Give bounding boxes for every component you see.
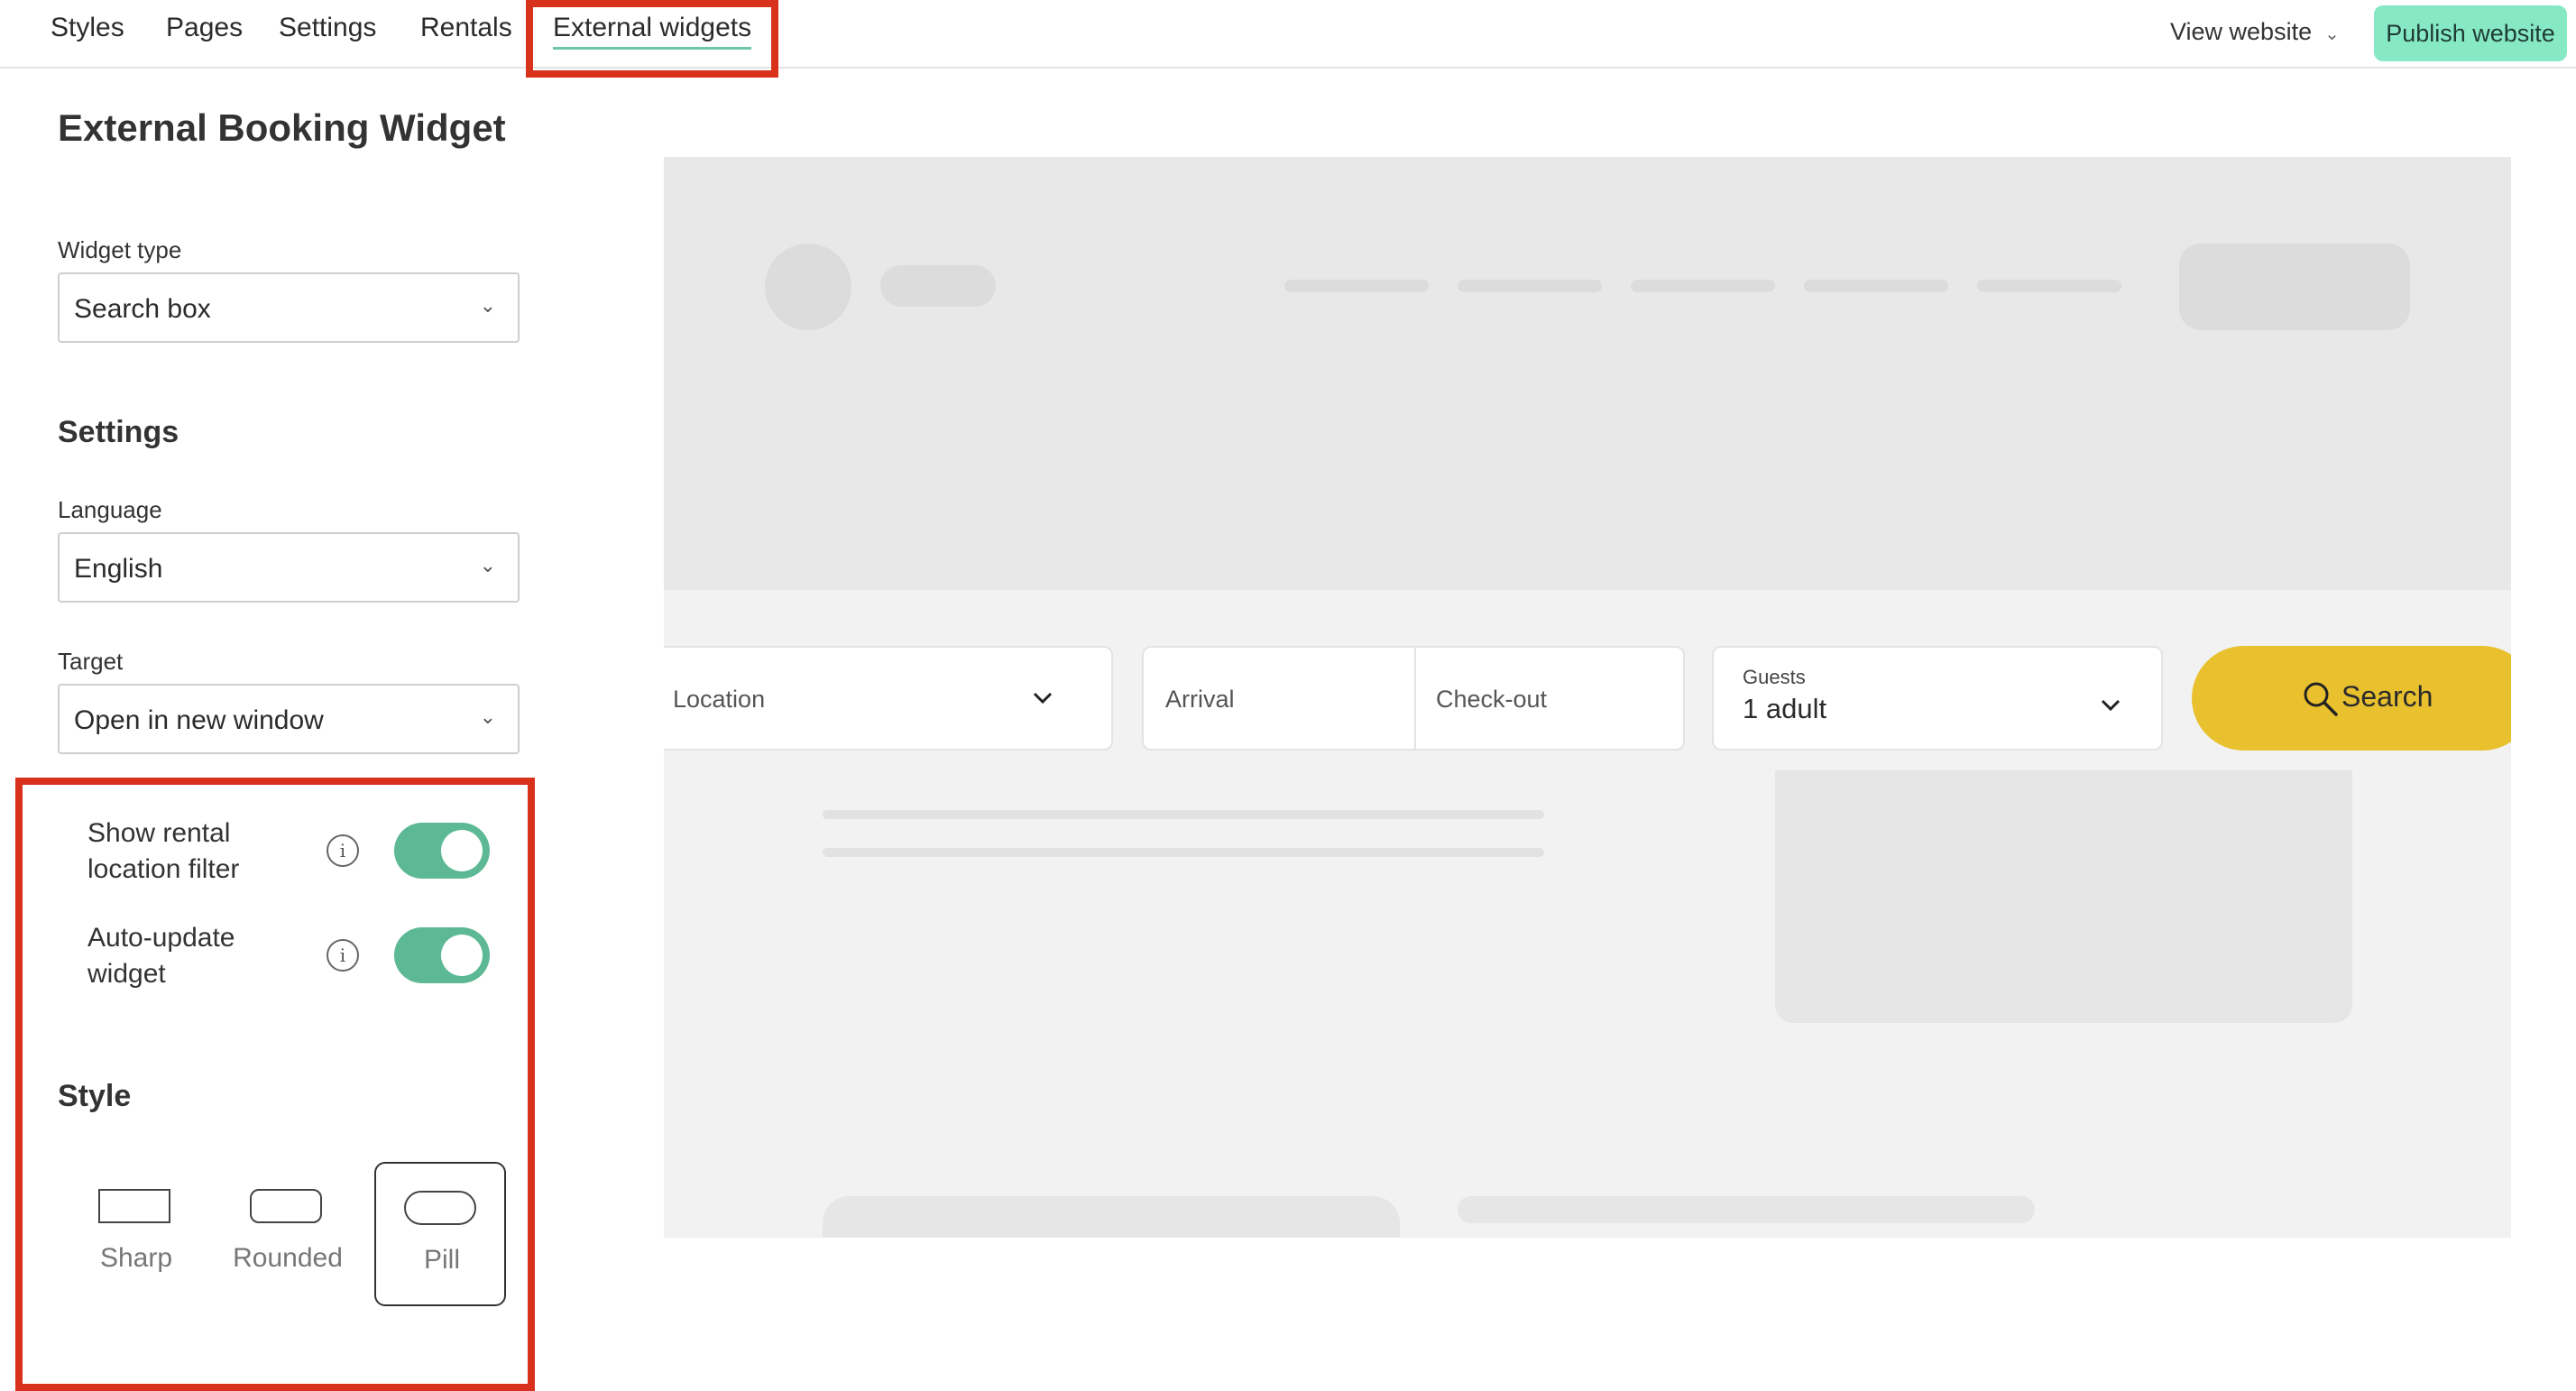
guests-label: Guests (1743, 666, 1806, 688)
skeleton-nav-item (1977, 280, 2121, 292)
widget-preview: Location Arrival Check-out Guests 1 adul… (664, 157, 2511, 1238)
skeleton-nav-item (1804, 280, 1948, 292)
style-option-label: Rounded (233, 1243, 343, 1273)
tab-rentals[interactable]: Rentals (420, 13, 512, 43)
location-placeholder: Location (673, 686, 766, 713)
date-divider (1414, 648, 1416, 749)
skeleton-button (2179, 244, 2410, 330)
toggle-knob (441, 935, 483, 976)
style-option-label: Pill (423, 1245, 460, 1275)
language-value: English (74, 554, 163, 584)
toggle-label-line: widget (87, 959, 166, 989)
checkout-placeholder: Check-out (1436, 686, 1548, 713)
publish-website-button[interactable]: Publish website (2374, 5, 2567, 61)
language-select[interactable]: English ⌄ (58, 532, 520, 603)
skeleton-nav-item (1458, 280, 1602, 292)
skeleton-nav-item (1631, 280, 1775, 292)
toggle-knob (441, 830, 483, 871)
style-option-rounded[interactable]: Rounded (222, 1162, 354, 1306)
style-option-sharp[interactable]: Sharp (70, 1162, 202, 1306)
skeleton-card (823, 1196, 1400, 1238)
show-location-filter-label: Show rental location filter (87, 815, 239, 888)
search-icon (2304, 682, 2338, 716)
skeleton-logo (765, 244, 851, 330)
style-heading: Style (58, 1079, 132, 1113)
language-label: Language (58, 496, 162, 523)
auto-update-widget-toggle[interactable] (394, 927, 490, 983)
skeleton-brand (880, 265, 996, 307)
skeleton-card (1775, 770, 2352, 1023)
style-option-label: Sharp (99, 1243, 173, 1273)
skeleton-nav-item (1284, 280, 1429, 292)
style-option-pill[interactable]: Pill (374, 1162, 506, 1306)
skeleton-text-line (823, 810, 1544, 819)
page-title: External Booking Widget (58, 106, 506, 149)
toggle-label-line: Auto-update (87, 923, 235, 953)
rounded-shape-icon (250, 1189, 322, 1223)
guests-select[interactable]: Guests 1 adult (1712, 646, 2163, 751)
sharp-shape-icon (98, 1189, 170, 1223)
target-value: Open in new window (74, 705, 324, 735)
view-website-dropdown[interactable]: View website ⌄ (2170, 18, 2340, 46)
pill-shape-icon (404, 1191, 476, 1225)
chevron-down-icon: ⌄ (479, 554, 496, 576)
info-icon[interactable]: i (327, 939, 359, 972)
view-website-label: View website (2170, 18, 2313, 45)
settings-heading: Settings (58, 415, 179, 449)
skeleton-text-line (1458, 1196, 2035, 1223)
chevron-down-icon (1033, 692, 1053, 705)
preview-hero-placeholder (664, 157, 2511, 590)
chevron-down-icon: ⌄ (2324, 24, 2340, 44)
tab-external-widgets[interactable]: External widgets (553, 13, 752, 50)
search-button[interactable]: Search (2192, 646, 2511, 751)
chevron-down-icon: ⌄ (479, 705, 496, 728)
tab-pages[interactable]: Pages (166, 13, 243, 43)
auto-update-widget-label: Auto-update widget (87, 920, 235, 992)
chevron-down-icon: ⌄ (479, 294, 496, 317)
toggle-label-line: location filter (87, 854, 240, 884)
date-range-input[interactable]: Arrival Check-out (1142, 646, 1685, 751)
widget-type-select[interactable]: Search box ⌄ (58, 272, 520, 343)
top-navigation-bar: Styles Pages Settings Rentals External w… (0, 0, 2576, 69)
chevron-down-icon (2101, 699, 2121, 712)
target-label: Target (58, 648, 124, 675)
widget-type-label: Widget type (58, 236, 182, 263)
guests-value: 1 adult (1743, 693, 1827, 724)
location-select[interactable]: Location (664, 646, 1113, 751)
tab-styles[interactable]: Styles (51, 13, 124, 43)
arrival-placeholder: Arrival (1165, 686, 1235, 713)
skeleton-text-line (823, 848, 1544, 857)
search-button-label: Search (2341, 680, 2433, 713)
toggle-label-line: Show rental (87, 818, 231, 848)
show-location-filter-toggle[interactable] (394, 823, 490, 879)
widget-type-value: Search box (74, 294, 211, 324)
target-select[interactable]: Open in new window ⌄ (58, 684, 520, 754)
tab-settings[interactable]: Settings (279, 13, 376, 43)
info-icon[interactable]: i (327, 834, 359, 867)
